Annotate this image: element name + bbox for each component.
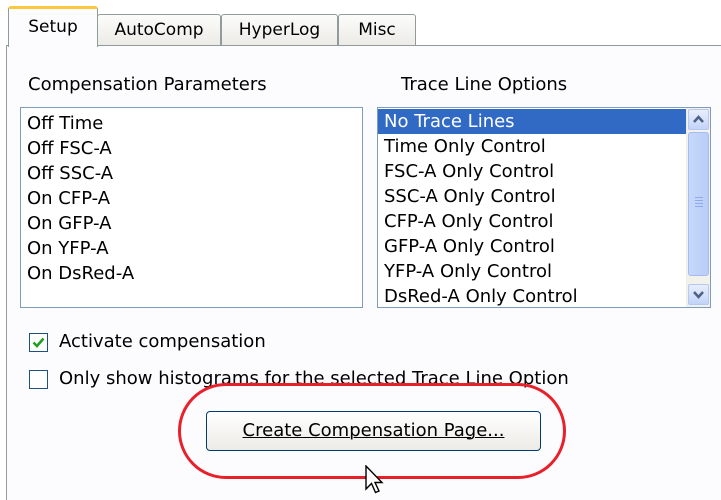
list-item[interactable]: FSC-A Only Control [378, 159, 687, 184]
activate-compensation-label[interactable]: Activate compensation [59, 331, 266, 352]
list-item[interactable]: Off SSC-A [21, 161, 362, 186]
only-show-histograms-checkbox[interactable] [29, 370, 48, 389]
tab-misc[interactable]: Misc [338, 14, 416, 45]
chevron-up-icon [693, 115, 704, 123]
scroll-down-button[interactable] [688, 284, 709, 305]
list-item[interactable]: Off Time [21, 111, 362, 136]
scroll-up-button[interactable] [688, 109, 709, 130]
grip-line-icon [695, 206, 703, 207]
list-item[interactable]: YFP-A Only Control [378, 259, 687, 284]
scrollbar-thumb[interactable] [688, 132, 709, 276]
only-show-histograms-label[interactable]: Only show histograms for the selected Tr… [59, 368, 569, 389]
tab-hyperlog[interactable]: HyperLog [221, 14, 338, 45]
list-item[interactable]: GFP-A Only Control [378, 234, 687, 259]
grip-line-icon [695, 203, 703, 204]
trace-line-options-heading: Trace Line Options [401, 74, 568, 95]
tab-setup[interactable]: Setup [8, 6, 98, 47]
chevron-down-icon [693, 291, 704, 299]
grip-line-icon [695, 200, 703, 201]
list-item[interactable]: SSC-A Only Control [378, 184, 687, 209]
tab-strip: Setup AutoComp HyperLog Misc [0, 0, 721, 47]
vertical-scrollbar[interactable] [686, 108, 710, 307]
list-item[interactable]: On GFP-A [21, 211, 362, 236]
list-item[interactable]: DsRed-A Only Control [378, 284, 687, 307]
compensation-parameters-list[interactable]: Off Time Off FSC-A Off SSC-A On CFP-A On… [20, 107, 363, 308]
checkmark-icon [32, 337, 45, 348]
list-item[interactable]: Off FSC-A [21, 136, 362, 161]
list-item[interactable]: Time Only Control [378, 134, 687, 159]
list-item[interactable]: On YFP-A [21, 236, 362, 261]
mouse-cursor-icon [365, 465, 384, 494]
compensation-parameters-heading: Compensation Parameters [28, 74, 267, 95]
activate-compensation-checkbox[interactable] [29, 333, 48, 352]
create-compensation-page-button[interactable]: Create Compensation Page... [206, 411, 541, 451]
grip-line-icon [695, 197, 703, 198]
trace-line-options-list[interactable]: No Trace Lines Time Only Control FSC-A O… [377, 107, 711, 308]
list-item[interactable]: On CFP-A [21, 186, 362, 211]
create-compensation-page-label: Create Compensation Page... [242, 420, 505, 441]
list-item[interactable]: On DsRed-A [21, 261, 362, 286]
list-item[interactable]: CFP-A Only Control [378, 209, 687, 234]
tab-autocomp[interactable]: AutoComp [97, 14, 221, 45]
list-item-selected[interactable]: No Trace Lines [378, 109, 687, 134]
